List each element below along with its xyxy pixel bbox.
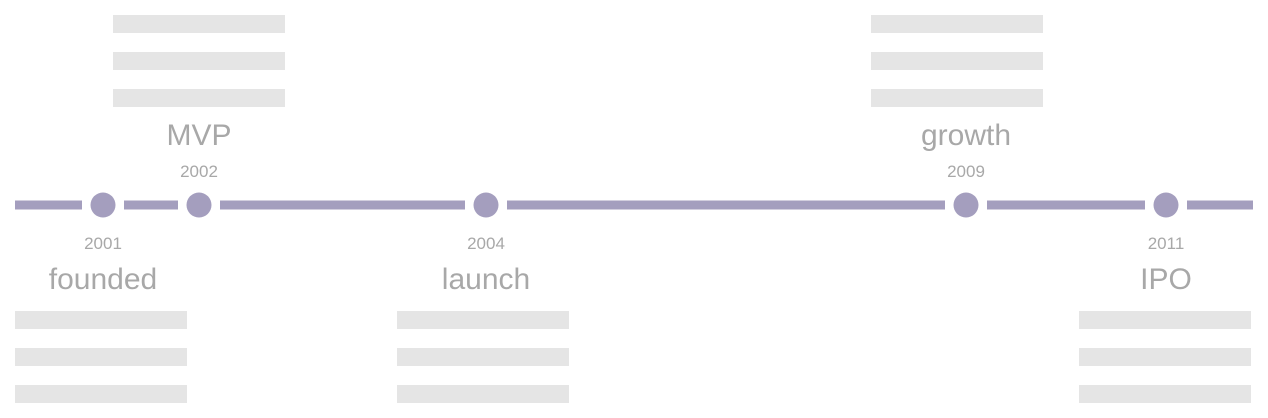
timeline-event: 2009 growth <box>871 15 1043 218</box>
text-placeholder-line <box>397 385 569 403</box>
event-marker <box>186 192 212 218</box>
timeline-event: 2001 founded <box>15 192 187 403</box>
event-marker <box>1153 192 1179 218</box>
timeline-event: 2004 launch <box>397 192 569 403</box>
timeline-event: 2011 IPO <box>1079 192 1251 403</box>
axis-segment <box>1187 200 1253 210</box>
event-label: growth <box>921 119 1011 152</box>
event-marker <box>90 192 116 218</box>
text-placeholder-line <box>15 311 187 329</box>
event-year: 2001 <box>84 234 122 253</box>
event-label: IPO <box>1140 263 1192 296</box>
text-placeholder-line <box>1079 311 1251 329</box>
axis-segment <box>15 200 82 210</box>
event-label: launch <box>442 263 530 296</box>
text-placeholder-line <box>1079 385 1251 403</box>
axis-segment <box>124 200 178 210</box>
axis-segment <box>507 200 945 210</box>
event-label: founded <box>49 263 157 296</box>
text-placeholder-line <box>15 385 187 403</box>
text-placeholder-line <box>397 348 569 366</box>
event-label: MVP <box>166 119 231 152</box>
axis-segment <box>220 200 465 210</box>
text-placeholder-line <box>15 348 187 366</box>
text-placeholder-line <box>871 15 1043 33</box>
text-placeholder-line <box>113 89 285 107</box>
event-marker <box>473 192 499 218</box>
text-placeholder-line <box>1079 348 1251 366</box>
axis-segment <box>987 200 1145 210</box>
event-year: 2009 <box>947 162 985 181</box>
event-year: 2004 <box>467 234 505 253</box>
text-placeholder-line <box>871 89 1043 107</box>
event-marker <box>953 192 979 218</box>
text-placeholder-line <box>871 52 1043 70</box>
event-year: 2002 <box>180 162 218 181</box>
timeline-event: 2002 MVP <box>113 15 285 218</box>
timeline-diagram: 2001founded2002MVP2004launch2009growth20… <box>15 15 1253 403</box>
text-placeholder-line <box>113 52 285 70</box>
text-placeholder-line <box>397 311 569 329</box>
text-placeholder-line <box>113 15 285 33</box>
event-year: 2011 <box>1148 234 1185 253</box>
